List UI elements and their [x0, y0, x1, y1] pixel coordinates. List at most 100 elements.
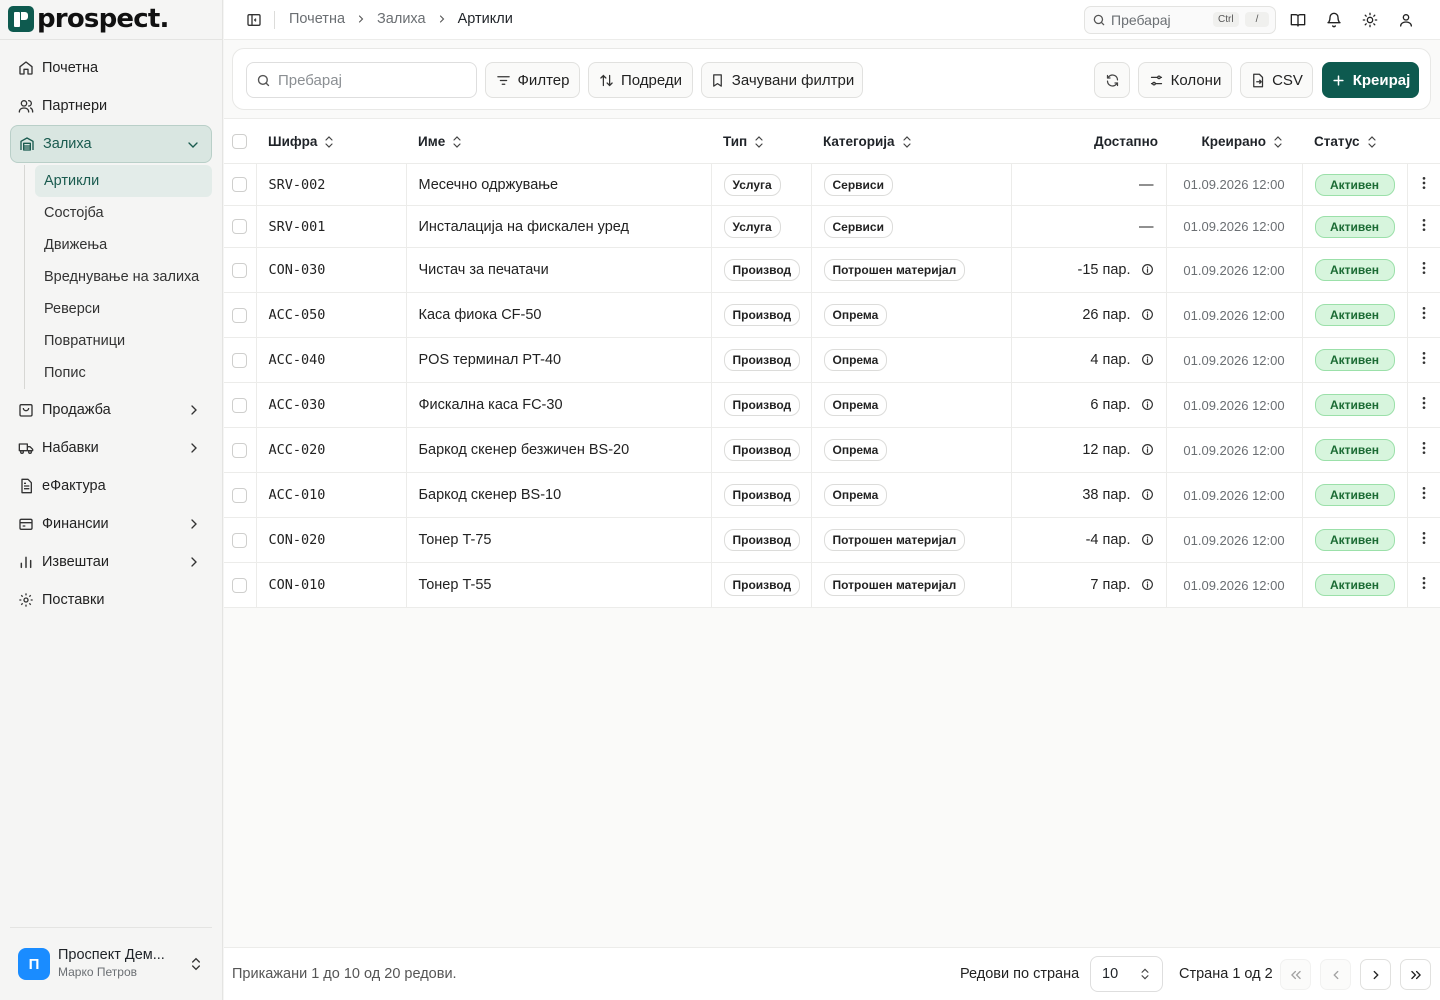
breadcrumb-inventory[interactable]: Залиха — [377, 11, 426, 27]
select-all-checkbox[interactable] — [232, 133, 247, 149]
user-switcher[interactable]: П Проспект Дем... Марко Петров — [10, 942, 212, 986]
info-icon[interactable] — [1141, 308, 1154, 321]
row-checkbox[interactable] — [232, 219, 247, 235]
row-checkbox[interactable] — [232, 307, 247, 323]
sidebar-subitem-stock-status[interactable]: Состојба — [35, 197, 212, 229]
table-row[interactable]: CON-020 Тонер T-75 Производ Потрошен матери… — [224, 517, 1440, 563]
row-actions-button[interactable] — [1407, 427, 1440, 473]
row-actions-button[interactable] — [1407, 337, 1440, 383]
bell-icon[interactable] — [1326, 12, 1342, 28]
cell-name[interactable]: Месечно одржување — [406, 163, 712, 206]
sidebar-item-partners[interactable]: Партнери — [10, 87, 212, 125]
sidebar-item-sales[interactable]: Продажба — [10, 391, 212, 429]
cell-name[interactable]: Баркод скенер BS-10 — [406, 472, 712, 518]
row-actions-button[interactable] — [1407, 382, 1440, 428]
sidebar-subitem-returns[interactable]: Повратници — [35, 325, 212, 357]
cell-name[interactable]: Фискална каса FC-30 — [406, 382, 712, 428]
prev-page-button[interactable] — [1320, 959, 1351, 990]
cell-name[interactable]: POS терминал PT-40 — [406, 337, 712, 383]
sidebar-item-home[interactable]: Почетна — [10, 49, 212, 87]
csv-export-button[interactable]: CSV — [1240, 62, 1313, 98]
user-icon[interactable] — [1398, 12, 1414, 28]
cell-name[interactable]: Инсталација на фискален уред — [406, 205, 712, 248]
row-checkbox[interactable] — [232, 532, 247, 548]
row-checkbox[interactable] — [232, 577, 247, 593]
create-button[interactable]: Креирај — [1322, 62, 1419, 98]
sidebar-subitem-articles[interactable]: Артикли — [35, 165, 212, 197]
sidebar-toggle-icon[interactable] — [246, 12, 262, 28]
sun-icon[interactable] — [1362, 12, 1378, 28]
row-checkbox[interactable] — [232, 397, 247, 413]
info-icon[interactable] — [1141, 443, 1154, 456]
col-header-category[interactable]: Категорија — [811, 119, 1011, 164]
global-search[interactable]: Пребарај Ctrl / — [1084, 6, 1276, 34]
col-header-created[interactable]: Креирано — [1166, 119, 1302, 164]
table-row[interactable]: SRV-001 Инсталација на фискален уред Услуг… — [224, 205, 1440, 248]
table-row[interactable]: CON-010 Тонер T-55 Производ Потрошен матери… — [224, 562, 1440, 608]
cell-name[interactable]: Баркод скенер безжичен BS-20 — [406, 427, 712, 473]
sort-button[interactable]: Подреди — [588, 62, 693, 98]
sidebar-subitem-reverses[interactable]: Реверси — [35, 293, 212, 325]
sidebar-item-finance[interactable]: Финансии — [10, 505, 212, 543]
sidebar-item-purchases[interactable]: Набавки — [10, 429, 212, 467]
table-search[interactable] — [246, 62, 477, 98]
col-header-name[interactable]: Име — [406, 119, 711, 164]
table-row[interactable]: ACC-040 POS терминал PT-40 Производ Опрема 4… — [224, 337, 1440, 383]
col-header-type[interactable]: Тип — [711, 119, 811, 164]
row-actions-button[interactable] — [1407, 163, 1440, 206]
sidebar-item-einvoice[interactable]: еФактура — [10, 467, 212, 505]
row-checkbox[interactable] — [232, 177, 247, 193]
refresh-button[interactable] — [1094, 62, 1130, 98]
cell-status: Активен — [1302, 337, 1408, 383]
info-icon[interactable] — [1141, 533, 1154, 546]
cell-name[interactable]: Тонер T-55 — [406, 562, 712, 608]
breadcrumb-home[interactable]: Почетна — [289, 11, 345, 27]
rows-per-page-select[interactable]: 10 — [1090, 956, 1163, 992]
app-logo[interactable]: prospect. — [8, 4, 169, 34]
row-actions-button[interactable] — [1407, 205, 1440, 248]
cell-name[interactable]: Тонер T-75 — [406, 517, 712, 563]
sidebar-item-reports[interactable]: Извештаи — [10, 543, 212, 581]
info-icon[interactable] — [1141, 488, 1154, 501]
book-open-icon[interactable] — [1290, 12, 1306, 28]
category-badge: Сервиси — [823, 173, 893, 196]
col-header-status[interactable]: Статус — [1302, 119, 1407, 164]
row-checkbox[interactable] — [232, 262, 247, 278]
first-page-button[interactable] — [1280, 959, 1311, 990]
table-row[interactable]: CON-030 Чистач за печатачи Производ Потроше… — [224, 247, 1440, 293]
sidebar-item-settings[interactable]: Поставки — [10, 581, 212, 619]
row-actions-button[interactable] — [1407, 247, 1440, 293]
row-checkbox[interactable] — [232, 442, 247, 458]
cell-name[interactable]: Чистач за печатачи — [406, 247, 712, 293]
sidebar-item-inventory[interactable]: Залиха — [10, 125, 212, 163]
table-row[interactable]: ACC-010 Баркод скенер BS-10 Производ Опрема… — [224, 472, 1440, 518]
table-search-input[interactable] — [278, 71, 468, 89]
info-icon[interactable] — [1141, 263, 1154, 276]
col-header-code[interactable]: Шифра — [256, 119, 406, 164]
row-checkbox[interactable] — [232, 487, 247, 503]
available-value: -4 пар. — [1085, 532, 1131, 548]
row-checkbox[interactable] — [232, 352, 247, 368]
cell-name[interactable]: Каса фиока CF-50 — [406, 292, 712, 338]
next-page-button[interactable] — [1360, 959, 1391, 990]
info-icon[interactable] — [1141, 353, 1154, 366]
last-page-button[interactable] — [1400, 959, 1431, 990]
cell-type: Производ — [711, 247, 812, 293]
info-icon[interactable] — [1141, 398, 1154, 411]
table-row[interactable]: ACC-020 Баркод скенер безжичен BS-20 Произ… — [224, 427, 1440, 473]
row-actions-button[interactable] — [1407, 292, 1440, 338]
row-actions-button[interactable] — [1407, 562, 1440, 608]
row-actions-button[interactable] — [1407, 472, 1440, 518]
sidebar-subitem-stocktake[interactable]: Попис — [35, 357, 212, 389]
filter-button[interactable]: Филтер — [485, 62, 580, 98]
table-row[interactable]: ACC-030 Фискална каса FC-30 Производ Опрема… — [224, 382, 1440, 428]
info-icon[interactable] — [1141, 578, 1154, 591]
sidebar-subitem-valuation[interactable]: Вреднување на залиха — [35, 261, 212, 293]
table-row[interactable]: SRV-002 Месечно одржување Услуга Сервиси — 01… — [224, 163, 1440, 206]
columns-button[interactable]: Колони — [1138, 62, 1232, 98]
sidebar-subitem-movements[interactable]: Движења — [35, 229, 212, 261]
row-actions-button[interactable] — [1407, 517, 1440, 563]
available-value: 26 пар. — [1082, 307, 1131, 323]
saved-filters-button[interactable]: Зачувани филтри — [701, 62, 863, 98]
table-row[interactable]: ACC-050 Каса фиока CF-50 Производ Опрема 26 … — [224, 292, 1440, 338]
